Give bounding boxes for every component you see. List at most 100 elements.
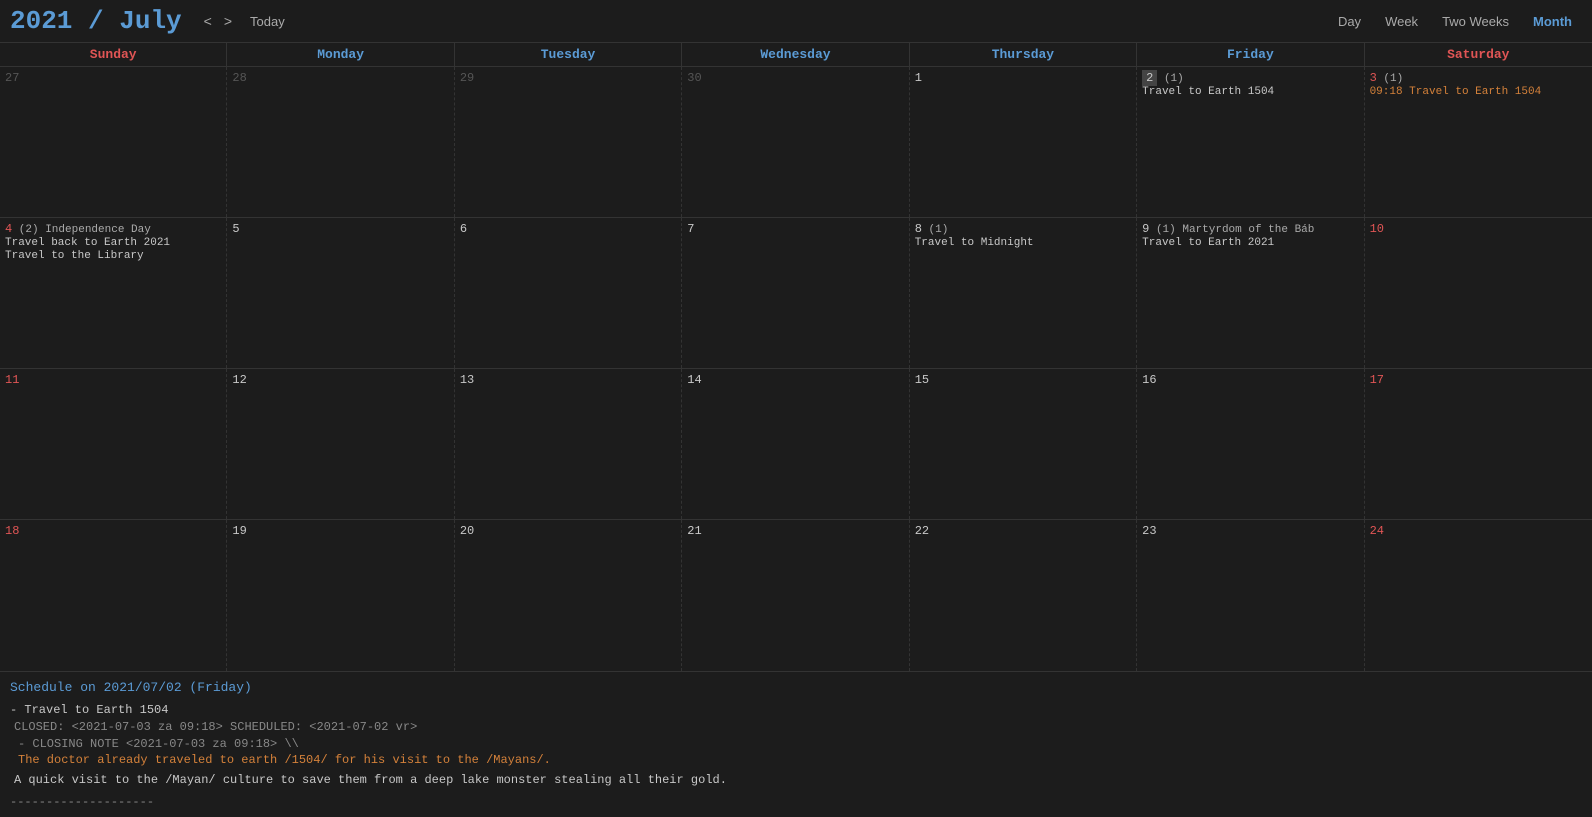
header: 2021 / July < > Today Day Week Two Weeks… (0, 0, 1592, 43)
view-week-button[interactable]: Week (1375, 11, 1428, 32)
year-label: 2021 (10, 6, 72, 36)
holiday-badge: (1) Martyrdom of the Báb (1149, 224, 1314, 236)
day-cell-w3d6[interactable]: 24 (1365, 520, 1592, 671)
day-num: 2 (1142, 70, 1157, 86)
day-num: 3 (1370, 71, 1377, 85)
day-num: 12 (232, 373, 246, 387)
prev-button[interactable]: < (198, 11, 218, 31)
day-num: 13 (460, 373, 474, 387)
view-month-button[interactable]: Month (1523, 11, 1582, 32)
calendar-event[interactable]: 09:18 Travel to Earth 1504 (1370, 86, 1587, 98)
sched-item-closed: CLOSED: <2021-07-03 za 09:18> SCHEDULED:… (14, 720, 1582, 734)
day-num: 19 (232, 524, 246, 538)
day-num: 14 (687, 373, 701, 387)
day-cell-w1d4[interactable]: 8 (1)Travel to Midnight (910, 218, 1137, 368)
schedule-items: - Travel to Earth 1504 CLOSED: <2021-07-… (10, 703, 1582, 787)
sched-closing-body: The doctor already traveled to earth /15… (18, 753, 1582, 767)
day-num: 23 (1142, 524, 1156, 538)
week-row-2: 11 12 13 14 15 16 17 (0, 369, 1592, 520)
calendar-weeks: 2728293012 (1)Travel to Earth 15043 (1)0… (0, 67, 1592, 671)
day-num: 11 (5, 373, 19, 387)
day-cell-w2d0[interactable]: 11 (0, 369, 227, 519)
day-num: 27 (5, 71, 19, 85)
calendar: Sunday Monday Tuesday Wednesday Thursday… (0, 43, 1592, 671)
view-twoweeks-button[interactable]: Two Weeks (1432, 11, 1519, 32)
day-cell-w1d2[interactable]: 6 (455, 218, 682, 368)
month-label: July (119, 6, 181, 36)
day-num: 1 (915, 71, 922, 85)
day-cell-w3d4[interactable]: 22 (910, 520, 1137, 671)
day-cell-w0d4[interactable]: 1 (910, 67, 1137, 217)
calendar-event[interactable]: Travel to Earth 2021 (1142, 237, 1358, 249)
schedule-panel: Schedule on 2021/07/02 (Friday) - Travel… (0, 671, 1592, 817)
day-num: 17 (1370, 373, 1384, 387)
day-cell-w2d6[interactable]: 17 (1365, 369, 1592, 519)
next-button[interactable]: > (218, 11, 238, 31)
day-num: 21 (687, 524, 701, 538)
schedule-title: Schedule on 2021/07/02 (Friday) (10, 680, 1582, 695)
day-num: 16 (1142, 373, 1156, 387)
day-cell-w2d1[interactable]: 12 (227, 369, 454, 519)
calendar-event[interactable]: Travel to the Library (5, 250, 221, 262)
week-row-1: 4 (2) Independence DayTravel back to Ear… (0, 218, 1592, 369)
day-headers: Sunday Monday Tuesday Wednesday Thursday… (0, 43, 1592, 67)
header-sunday: Sunday (0, 43, 227, 66)
today-button[interactable]: Today (242, 12, 293, 31)
day-cell-w2d4[interactable]: 15 (910, 369, 1137, 519)
holiday-badge: (1) (1377, 73, 1403, 85)
day-num: 29 (460, 71, 474, 85)
day-num: 20 (460, 524, 474, 538)
day-cell-w2d3[interactable]: 14 (682, 369, 909, 519)
header-friday: Friday (1137, 43, 1364, 66)
holiday-badge: (1) (1157, 73, 1183, 85)
header-monday: Monday (227, 43, 454, 66)
day-num: 6 (460, 222, 467, 236)
day-cell-w3d2[interactable]: 20 (455, 520, 682, 671)
header-tuesday: Tuesday (455, 43, 682, 66)
header-thursday: Thursday (910, 43, 1137, 66)
day-cell-w1d3[interactable]: 7 (682, 218, 909, 368)
day-cell-w0d3[interactable]: 30 (682, 67, 909, 217)
day-cell-w3d1[interactable]: 19 (227, 520, 454, 671)
day-cell-w3d3[interactable]: 21 (682, 520, 909, 671)
day-num: 8 (915, 222, 922, 236)
sched-item-name: - Travel to Earth 1504 (10, 703, 1582, 717)
day-cell-w3d0[interactable]: 18 (0, 520, 227, 671)
schedule-item: - Travel to Earth 1504 CLOSED: <2021-07-… (10, 703, 1582, 787)
holiday-badge: (1) (922, 224, 948, 236)
week-row-0: 2728293012 (1)Travel to Earth 15043 (1)0… (0, 67, 1592, 218)
sched-closing-header: - CLOSING NOTE <2021-07-03 za 09:18> \\ (18, 737, 1582, 751)
day-cell-w2d2[interactable]: 13 (455, 369, 682, 519)
day-cell-w0d2[interactable]: 29 (455, 67, 682, 217)
day-cell-w1d1[interactable]: 5 (227, 218, 454, 368)
day-num: 10 (1370, 222, 1384, 236)
week-row-3: 18 19 20 21 22 23 24 (0, 520, 1592, 671)
header-wednesday: Wednesday (682, 43, 909, 66)
header-saturday: Saturday (1365, 43, 1592, 66)
calendar-event[interactable]: Travel to Midnight (915, 237, 1131, 249)
schedule-separator: -------------------- (10, 795, 1582, 809)
day-cell-w1d0[interactable]: 4 (2) Independence DayTravel back to Ear… (0, 218, 227, 368)
day-num: 28 (232, 71, 246, 85)
day-num: 18 (5, 524, 19, 538)
day-num: 15 (915, 373, 929, 387)
day-cell-w0d0[interactable]: 27 (0, 67, 227, 217)
view-day-button[interactable]: Day (1328, 11, 1371, 32)
sched-description: A quick visit to the /Mayan/ culture to … (14, 773, 1582, 787)
calendar-event[interactable]: Travel to Earth 1504 (1142, 86, 1358, 98)
day-cell-w0d5[interactable]: 2 (1)Travel to Earth 1504 (1137, 67, 1364, 217)
calendar-event[interactable]: Travel back to Earth 2021 (5, 237, 221, 249)
day-cell-w2d5[interactable]: 16 (1137, 369, 1364, 519)
day-cell-w1d6[interactable]: 10 (1365, 218, 1592, 368)
day-cell-w0d6[interactable]: 3 (1)09:18 Travel to Earth 1504 (1365, 67, 1592, 217)
day-num: 24 (1370, 524, 1384, 538)
calendar-title: 2021 / July (10, 6, 182, 36)
day-cell-w1d5[interactable]: 9 (1) Martyrdom of the BábTravel to Eart… (1137, 218, 1364, 368)
day-num: 22 (915, 524, 929, 538)
day-cell-w0d1[interactable]: 28 (227, 67, 454, 217)
view-controls: Day Week Two Weeks Month (1328, 11, 1582, 32)
day-num: 5 (232, 222, 239, 236)
app: 2021 / July < > Today Day Week Two Weeks… (0, 0, 1592, 817)
day-num: 30 (687, 71, 701, 85)
day-cell-w3d5[interactable]: 23 (1137, 520, 1364, 671)
